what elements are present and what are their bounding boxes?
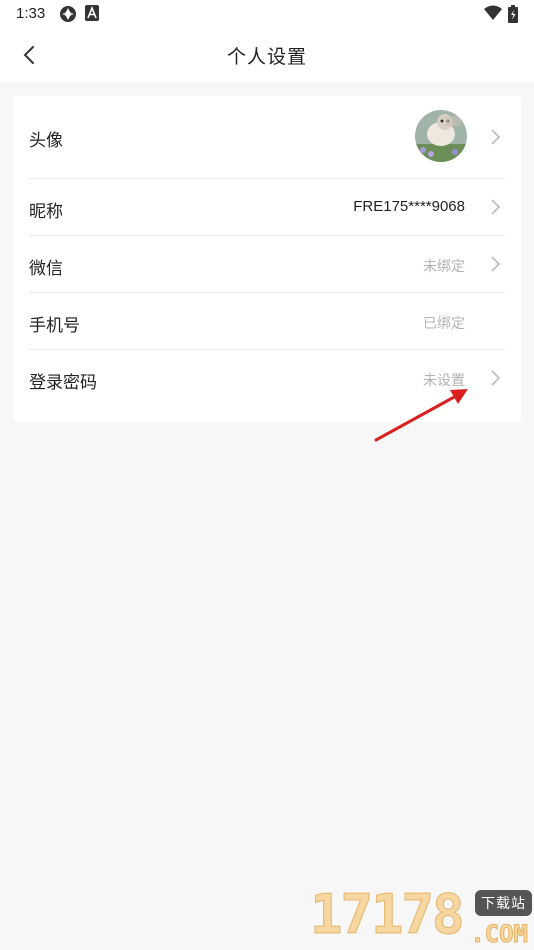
app-bar: 个人设置 [0,28,534,82]
chevron-right-icon [491,129,501,145]
phone-status: 已绑定 [423,316,465,332]
annotation-arrow-icon [374,389,468,442]
row-label: 昵称 [29,202,63,222]
nickname-value: FRE175****9068 [353,198,465,215]
status-time: 1:33 [16,5,46,22]
row-label: 手机号 [29,316,80,336]
status-bar: 1:33 [0,0,534,28]
sync-icon [59,5,77,27]
row-label: 头像 [29,131,63,151]
row-label: 微信 [29,259,63,279]
settings-row-nickname[interactable]: 昵称 FRE175****9068 [29,179,505,236]
wifi-icon [484,5,502,25]
wechat-status: 未绑定 [423,259,465,275]
watermark-logo: 17178 下载站 .COM [310,884,534,950]
chevron-right-icon [491,199,501,215]
watermark-badge: 下载站 [475,890,532,916]
chevron-right-icon [491,256,501,272]
avatar[interactable] [415,110,467,162]
battery-icon [508,5,518,27]
settings-card: 头像 昵称 FRE175****9068 微信 未绑定 手机号 已绑定 登录密码… [13,96,521,422]
app-notification-icon [85,5,99,25]
row-label: 登录密码 [29,373,97,393]
settings-row-avatar[interactable]: 头像 [29,96,505,179]
watermark-domain: .COM [470,920,529,949]
settings-row-wechat[interactable]: 微信 未绑定 [29,236,505,293]
watermark-digits: 17178 [310,883,466,946]
settings-row-phone: 手机号 已绑定 [29,293,505,350]
chevron-right-icon [491,370,501,386]
page-title: 个人设置 [226,46,307,68]
